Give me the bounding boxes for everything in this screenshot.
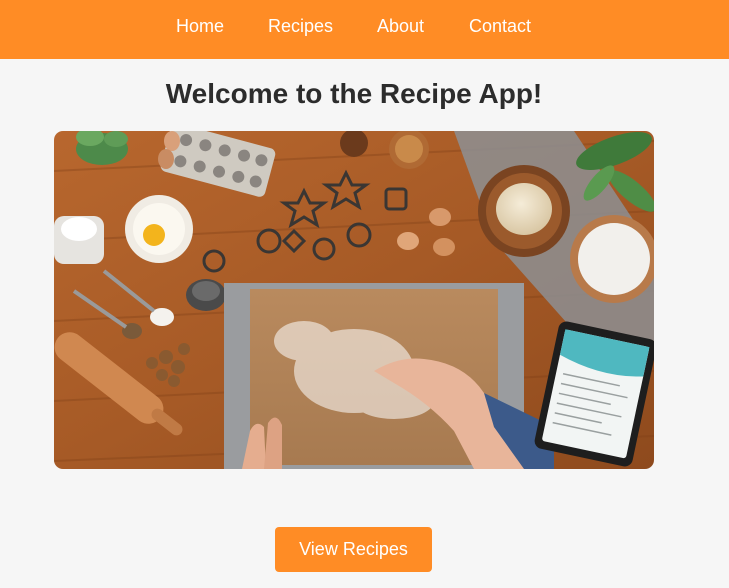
nav-link-about[interactable]: About [377, 16, 424, 36]
nav-link-recipes[interactable]: Recipes [268, 16, 333, 36]
nav-link-home[interactable]: Home [176, 16, 224, 36]
hero-image [54, 131, 654, 469]
top-navbar: Home Recipes About Contact [0, 0, 729, 59]
nav-link-contact[interactable]: Contact [469, 16, 531, 36]
view-recipes-button[interactable]: View Recipes [275, 527, 432, 572]
page-title: Welcome to the Recipe App! [165, 78, 543, 109]
